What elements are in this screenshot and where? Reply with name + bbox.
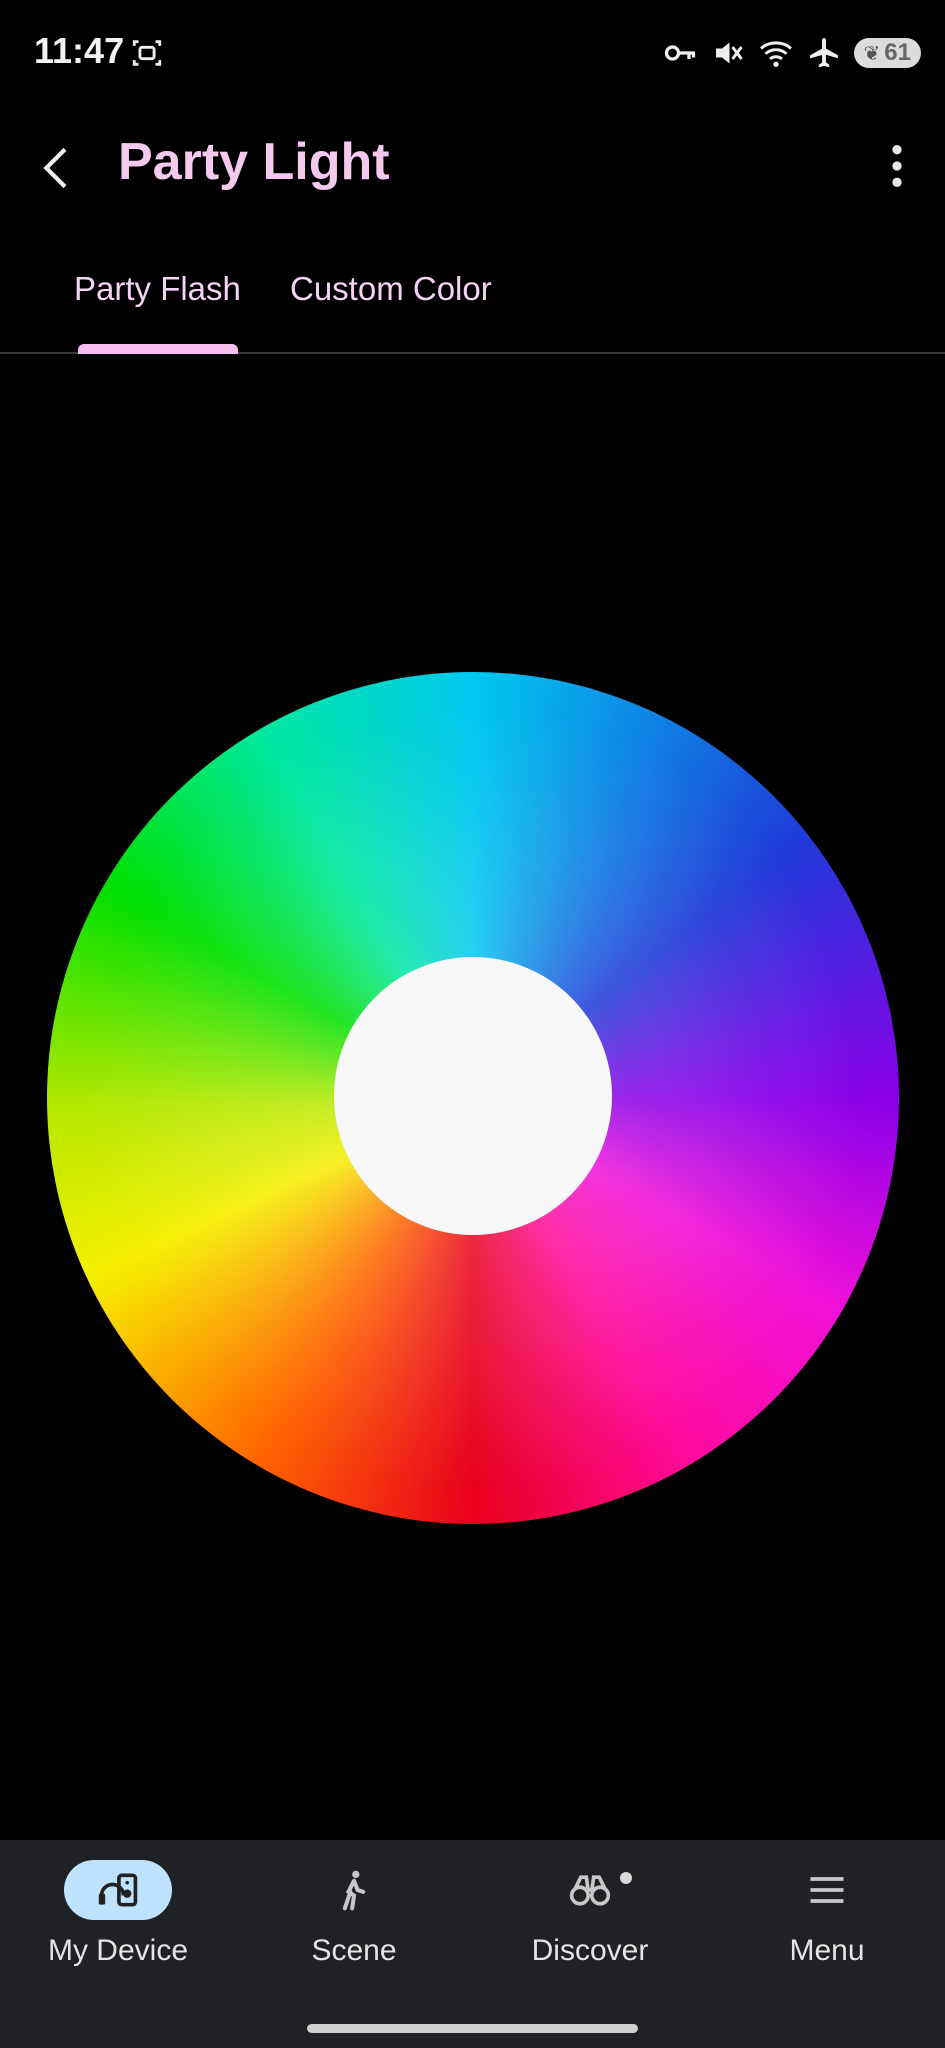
speaker-icon xyxy=(98,1873,138,1907)
status-icons: ❦ 61 xyxy=(662,30,921,76)
nav-discover[interactable]: Discover xyxy=(490,1860,690,2010)
app-bar: Party Light xyxy=(0,110,945,220)
binoculars-icon xyxy=(569,1875,611,1906)
tab-bar: Party Flash Custom Color xyxy=(0,240,945,354)
leaf-icon: ❦ xyxy=(863,42,881,65)
nav-my-device[interactable]: My Device xyxy=(18,1860,218,2010)
nav-label: Discover xyxy=(531,1934,649,1967)
nav-icon-container xyxy=(536,1860,644,1920)
more-options-button[interactable] xyxy=(869,138,925,194)
vpn-key-icon xyxy=(664,45,695,61)
battery-level: 61 xyxy=(884,39,911,66)
color-wheel-center[interactable] xyxy=(334,957,612,1235)
hamburger-menu-icon xyxy=(810,1877,844,1903)
airplane-icon xyxy=(809,38,838,68)
status-bar: 11:47 ❦ 61 xyxy=(0,0,945,110)
notification-dot xyxy=(620,1872,632,1884)
home-indicator[interactable] xyxy=(307,2024,638,2033)
nav-label: My Device xyxy=(47,1934,189,1967)
mute-icon xyxy=(715,42,743,64)
walking-icon xyxy=(342,1870,366,1911)
back-button[interactable] xyxy=(30,140,86,196)
nav-label: Scene xyxy=(311,1934,397,1967)
nav-scene[interactable]: Scene xyxy=(254,1860,454,2010)
status-time: 11:47 xyxy=(34,30,125,71)
screenshot-icon xyxy=(132,40,162,66)
tab-custom-color[interactable]: Custom Color xyxy=(290,270,492,308)
bottom-navigation: My Device Scene Discover Menu xyxy=(0,1840,945,2048)
nav-icon-container xyxy=(300,1860,408,1920)
active-tab-indicator xyxy=(78,344,238,354)
nav-menu[interactable]: Menu xyxy=(727,1860,927,2010)
nav-label: Menu xyxy=(789,1934,865,1967)
wifi-icon xyxy=(759,41,792,67)
tab-party-flash[interactable]: Party Flash xyxy=(74,270,241,308)
nav-active-pill xyxy=(64,1860,172,1920)
battery-icon: ❦ 61 xyxy=(853,38,921,68)
nav-icon-container xyxy=(773,1860,881,1920)
page-title: Party Light xyxy=(118,133,390,191)
